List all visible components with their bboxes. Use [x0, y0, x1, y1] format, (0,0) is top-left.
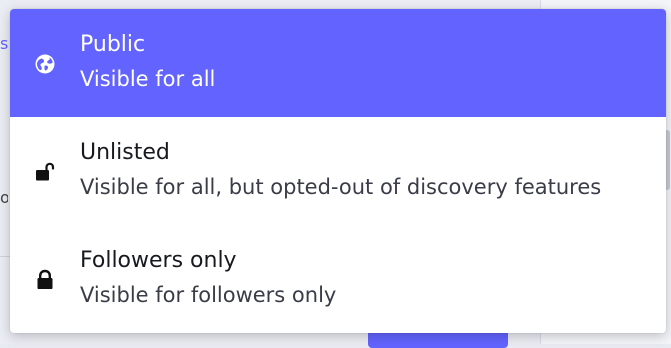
unlock-icon [34, 161, 56, 183]
globe-icon [34, 53, 56, 75]
privacy-option-title: Unlisted [80, 140, 170, 165]
privacy-option-title: Followers only [80, 248, 237, 273]
privacy-option-public[interactable]: Public Visible for all [10, 9, 666, 117]
privacy-option-description: Visible for followers only [80, 283, 337, 307]
background-divider [0, 256, 10, 257]
privacy-option-followers-only[interactable]: Followers only Visible for followers onl… [10, 225, 666, 333]
background-text-fragment: s [0, 34, 8, 53]
privacy-dropdown: Public Visible for all Unlisted Visible … [10, 9, 666, 333]
privacy-option-title: Public [80, 32, 146, 57]
privacy-option-description: Visible for all, but opted-out of discov… [80, 175, 602, 199]
privacy-option-unlisted[interactable]: Unlisted Visible for all, but opted-out … [10, 117, 666, 225]
privacy-option-description: Visible for all [80, 67, 216, 91]
background-text-fragment: o [0, 188, 8, 207]
lock-icon [34, 269, 56, 291]
